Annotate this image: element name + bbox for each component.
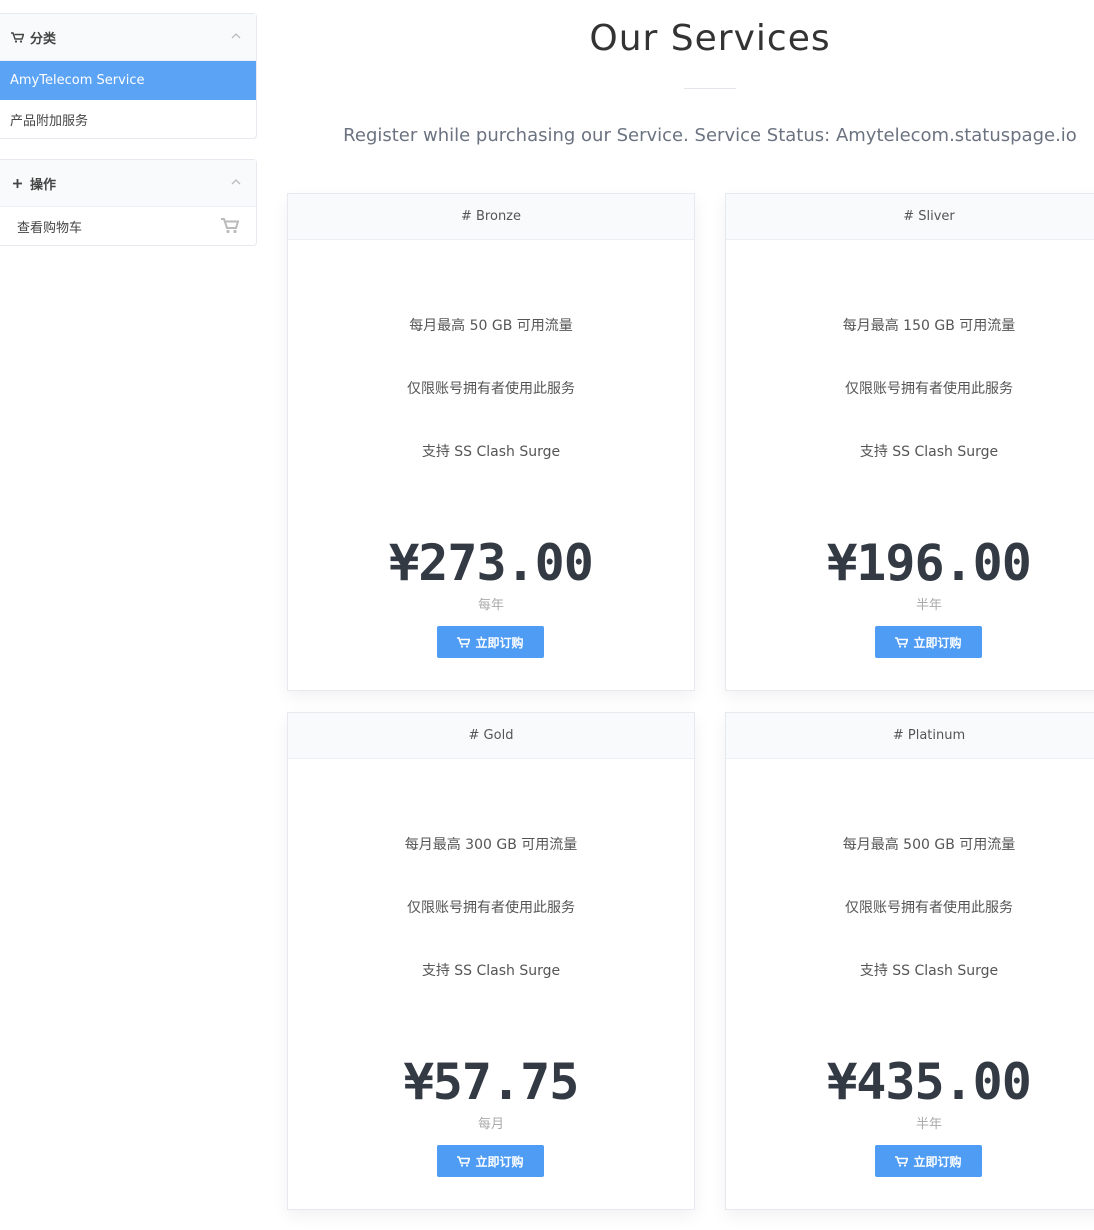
view-cart-link[interactable]: 查看购物车	[0, 207, 256, 246]
plan-feature: 支持 SS Clash Surge	[421, 963, 561, 979]
cart-icon	[895, 636, 909, 648]
plan-card-sliver: # Sliver 每月最高 150 GB 可用流量 仅限账号拥有者使用此服务 支…	[725, 193, 1094, 691]
actions-panel: 操作 查看购物车	[0, 159, 257, 246]
plan-feature: 每月最高 500 GB 可用流量	[842, 837, 1016, 853]
plan-name: # Platinum	[726, 713, 1094, 759]
sidebar-item-label: AmyTelecom Service	[10, 73, 145, 88]
plan-period: 半年	[915, 1117, 942, 1132]
categories-header[interactable]: 分类	[0, 14, 256, 61]
plan-name: # Sliver	[726, 194, 1094, 240]
cart-icon	[457, 636, 471, 648]
cart-icon	[10, 31, 24, 43]
plan-feature: 支持 SS Clash Surge	[859, 963, 999, 979]
actions-title: 操作	[30, 177, 57, 193]
cart-icon	[895, 1155, 909, 1167]
plan-card-gold: # Gold 每月最高 300 GB 可用流量 仅限账号拥有者使用此服务 支持 …	[287, 712, 695, 1210]
plan-card-bronze: # Bronze 每月最高 50 GB 可用流量 仅限账号拥有者使用此服务 支持…	[287, 193, 695, 691]
order-now-label: 立即订购	[913, 1154, 962, 1169]
plan-name: # Bronze	[288, 194, 694, 240]
chevron-up-icon[interactable]	[231, 30, 241, 40]
plan-card-platinum: # Platinum 每月最高 500 GB 可用流量 仅限账号拥有者使用此服务…	[725, 712, 1094, 1210]
categories-panel: 分类 AmyTelecom Service 产品附加服务	[0, 13, 257, 139]
plan-period: 半年	[915, 598, 942, 613]
plan-feature: 每月最高 50 GB 可用流量	[409, 318, 573, 334]
order-now-button[interactable]: 立即订购	[875, 626, 982, 658]
plan-period: 每年	[477, 598, 504, 613]
view-cart-label: 查看购物车	[17, 221, 83, 236]
plan-period: 每月	[477, 1117, 504, 1132]
order-now-label: 立即订购	[475, 635, 524, 650]
plan-feature: 支持 SS Clash Surge	[421, 444, 561, 460]
plan-price: ¥435.00	[827, 1053, 1032, 1111]
page-title: Our Services	[589, 18, 831, 59]
categories-title: 分类	[30, 31, 57, 47]
plan-feature: 每月最高 300 GB 可用流量	[404, 837, 578, 853]
cart-icon	[221, 218, 240, 234]
plan-price: ¥273.00	[389, 534, 594, 592]
sidebar-item-addon-services[interactable]: 产品附加服务	[0, 100, 256, 139]
plan-name: # Gold	[288, 713, 694, 759]
order-now-button[interactable]: 立即订购	[437, 626, 544, 658]
actions-header[interactable]: 操作	[0, 160, 256, 207]
sidebar-item-label: 产品附加服务	[10, 114, 89, 129]
plan-feature: 仅限账号拥有者使用此服务	[407, 381, 575, 397]
page-subtitle: Register while purchasing our Service. S…	[343, 125, 1077, 146]
order-now-label: 立即订购	[913, 635, 962, 650]
plan-price: ¥196.00	[827, 534, 1032, 592]
order-now-button[interactable]: 立即订购	[875, 1145, 982, 1177]
plan-feature: 仅限账号拥有者使用此服务	[407, 900, 575, 916]
plan-feature: 仅限账号拥有者使用此服务	[845, 381, 1013, 397]
plan-feature: 支持 SS Clash Surge	[859, 444, 999, 460]
plus-icon	[10, 177, 24, 189]
chevron-up-icon[interactable]	[231, 176, 241, 186]
plan-price: ¥57.75	[403, 1053, 580, 1111]
store-page: 分类 AmyTelecom Service 产品附加服务 操作 查看购物车 Ou…	[0, 0, 1094, 1230]
order-now-button[interactable]: 立即订购	[437, 1145, 544, 1177]
plan-feature: 每月最高 150 GB 可用流量	[842, 318, 1016, 334]
plan-feature: 仅限账号拥有者使用此服务	[845, 900, 1013, 916]
sidebar-item-amytelecom-service[interactable]: AmyTelecom Service	[0, 61, 256, 100]
title-divider	[684, 88, 736, 89]
cart-icon	[457, 1155, 471, 1167]
order-now-label: 立即订购	[475, 1154, 524, 1169]
